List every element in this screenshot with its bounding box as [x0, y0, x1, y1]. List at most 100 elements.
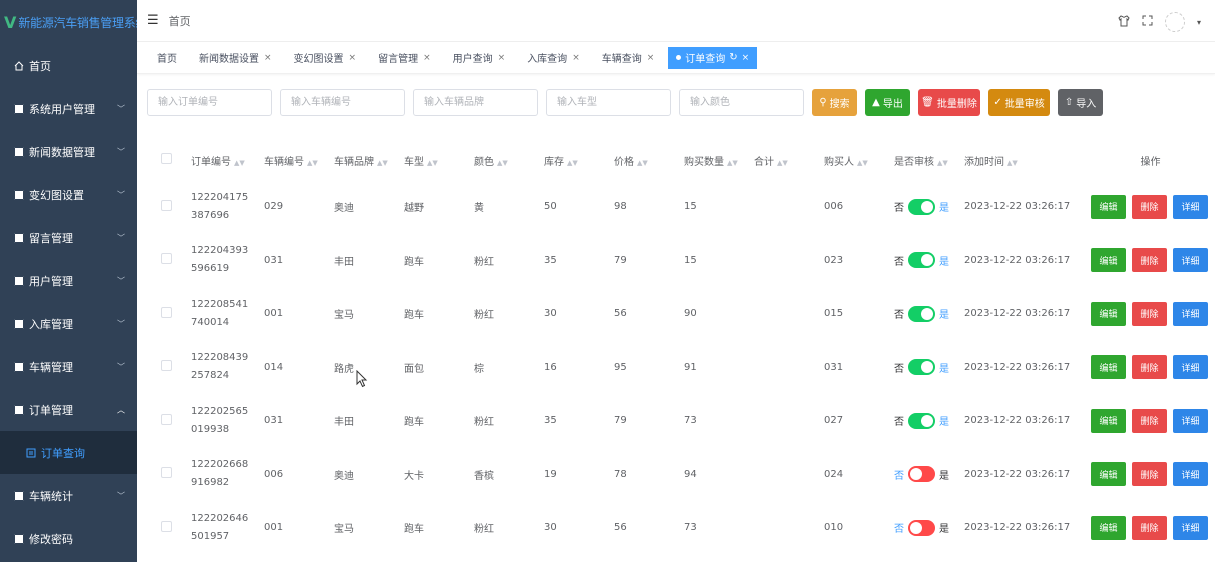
- column-header-10[interactable]: 是否审核 ▲▼: [886, 140, 956, 180]
- column-header-3[interactable]: 车型 ▲▼: [396, 140, 466, 180]
- audit-toggle[interactable]: [908, 305, 935, 322]
- delete-button[interactable]: 删除: [1132, 408, 1167, 433]
- column-header-1[interactable]: 车辆编号 ▲▼: [256, 140, 326, 180]
- edit-button[interactable]: 编辑: [1091, 515, 1126, 540]
- row-checkbox[interactable]: [161, 467, 172, 479]
- breadcrumb[interactable]: 首页: [169, 13, 191, 29]
- edit-button[interactable]: 编辑: [1091, 248, 1126, 273]
- sort-icon[interactable]: ▲▼: [937, 159, 948, 167]
- sort-icon[interactable]: ▲▼: [497, 159, 508, 167]
- select-all-checkbox[interactable]: [161, 153, 172, 164]
- close-icon[interactable]: ×: [423, 53, 431, 63]
- row-checkbox[interactable]: [161, 520, 172, 532]
- column-header-11[interactable]: 添加时间 ▲▼: [956, 140, 1071, 180]
- sidebar-item-7[interactable]: 车辆管理 ﹀: [0, 345, 137, 388]
- tab-3[interactable]: 留言管理 ×: [370, 46, 439, 69]
- audit-toggle[interactable]: [908, 519, 935, 536]
- sidebar-item-5[interactable]: 用户管理 ﹀: [0, 259, 137, 302]
- close-icon[interactable]: ×: [742, 53, 750, 63]
- sort-icon[interactable]: ▲▼: [567, 159, 578, 167]
- audit-toggle[interactable]: [908, 412, 935, 429]
- close-icon[interactable]: ×: [572, 53, 580, 63]
- brand-input[interactable]: [413, 89, 538, 116]
- sort-icon[interactable]: ▲▼: [377, 159, 388, 167]
- detail-button[interactable]: 详细: [1173, 301, 1208, 326]
- sort-icon[interactable]: ▲▼: [1007, 159, 1018, 167]
- tab-2[interactable]: 变幻图设置 ×: [285, 46, 365, 69]
- row-checkbox[interactable]: [161, 413, 172, 425]
- shirt-icon[interactable]: [1118, 14, 1130, 30]
- sidebar-item-6[interactable]: 入库管理 ﹀: [0, 302, 137, 345]
- audit-toggle[interactable]: [908, 359, 935, 376]
- delete-button[interactable]: 删除: [1132, 355, 1167, 380]
- audit-toggle[interactable]: [908, 466, 935, 483]
- close-icon[interactable]: ×: [647, 53, 655, 63]
- column-header-0[interactable]: 订单编号 ▲▼: [183, 140, 256, 180]
- audit-toggle[interactable]: [908, 198, 935, 215]
- column-header-7[interactable]: 购买数量 ▲▼: [676, 140, 746, 180]
- sidebar-item-3[interactable]: 变幻图设置 ﹀: [0, 173, 137, 216]
- tab-5[interactable]: 入库查询 ×: [519, 46, 588, 69]
- close-icon[interactable]: ×: [264, 53, 272, 63]
- close-icon[interactable]: ×: [349, 53, 357, 63]
- row-checkbox[interactable]: [161, 360, 172, 372]
- column-header-4[interactable]: 颜色 ▲▼: [466, 140, 536, 180]
- sort-icon[interactable]: ▲▼: [727, 159, 738, 167]
- sidebar-item-2[interactable]: 新闻数据管理 ﹀: [0, 130, 137, 173]
- detail-button[interactable]: 详细: [1173, 355, 1208, 380]
- chevron-down-icon[interactable]: ▾: [1197, 18, 1201, 27]
- edit-button[interactable]: 编辑: [1091, 355, 1126, 380]
- sort-icon[interactable]: ▲▼: [234, 159, 245, 167]
- sort-icon[interactable]: ▲▼: [427, 159, 438, 167]
- sort-icon[interactable]: ▲▼: [637, 159, 648, 167]
- sidebar-item-10[interactable]: 车辆统计 ﹀: [0, 474, 137, 517]
- hamburger-icon[interactable]: ☰: [147, 13, 159, 28]
- delete-button[interactable]: 删除: [1132, 515, 1167, 540]
- import-button[interactable]: ⇧ 导入: [1058, 89, 1103, 116]
- column-header-8[interactable]: 合计 ▲▼: [746, 140, 816, 180]
- tab-1[interactable]: 新闻数据设置 ×: [191, 46, 280, 69]
- car-no-input[interactable]: [280, 89, 405, 116]
- sort-icon[interactable]: ▲▼: [307, 159, 318, 167]
- detail-button[interactable]: 详细: [1173, 515, 1208, 540]
- row-checkbox[interactable]: [161, 199, 172, 211]
- sidebar-item-0[interactable]: 首页: [0, 44, 137, 87]
- sidebar-item-8[interactable]: 订单管理 ︿: [0, 388, 137, 431]
- model-input[interactable]: [546, 89, 671, 116]
- refresh-icon[interactable]: ↻: [729, 52, 737, 63]
- color-input[interactable]: [679, 89, 804, 116]
- column-header-9[interactable]: 购买人 ▲▼: [816, 140, 886, 180]
- edit-button[interactable]: 编辑: [1091, 301, 1126, 326]
- edit-button[interactable]: 编辑: [1091, 194, 1126, 219]
- detail-button[interactable]: 详细: [1173, 194, 1208, 219]
- order-no-input[interactable]: [147, 89, 272, 116]
- sidebar-item-4[interactable]: 留言管理 ﹀: [0, 216, 137, 259]
- delete-button[interactable]: 删除: [1132, 248, 1167, 273]
- row-checkbox[interactable]: [161, 306, 172, 318]
- detail-button[interactable]: 详细: [1173, 408, 1208, 433]
- detail-button[interactable]: 详细: [1173, 462, 1208, 487]
- delete-button[interactable]: 删除: [1132, 301, 1167, 326]
- batch-audit-button[interactable]: ✓ 批量审核: [988, 89, 1050, 116]
- delete-button[interactable]: 删除: [1132, 462, 1167, 487]
- fullscreen-icon[interactable]: [1142, 15, 1153, 29]
- detail-button[interactable]: 详细: [1173, 248, 1208, 273]
- sidebar-item-1[interactable]: 系统用户管理 ﹀: [0, 87, 137, 130]
- row-checkbox[interactable]: [161, 253, 172, 265]
- tab-6[interactable]: 车辆查询 ×: [593, 46, 663, 69]
- sidebar-item-11[interactable]: 修改密码: [0, 517, 137, 560]
- close-icon[interactable]: ×: [498, 53, 506, 63]
- export-button[interactable]: ▲ 导出: [865, 89, 910, 116]
- column-header-6[interactable]: 价格 ▲▼: [606, 140, 676, 180]
- edit-button[interactable]: 编辑: [1091, 462, 1126, 487]
- search-button[interactable]: ⚲ 搜索: [812, 89, 857, 116]
- delete-button[interactable]: 删除: [1132, 194, 1167, 219]
- sort-icon[interactable]: ▲▼: [777, 159, 788, 167]
- column-header-2[interactable]: 车辆品牌 ▲▼: [326, 140, 396, 180]
- tab-0[interactable]: 首页: [149, 46, 185, 69]
- batch-delete-button[interactable]: 🗑 批量删除: [918, 89, 980, 116]
- column-header-5[interactable]: 库存 ▲▼: [536, 140, 606, 180]
- audit-toggle[interactable]: [908, 252, 935, 269]
- tab-7[interactable]: 订单查询 ↻ ×: [668, 46, 758, 69]
- sort-icon[interactable]: ▲▼: [857, 159, 868, 167]
